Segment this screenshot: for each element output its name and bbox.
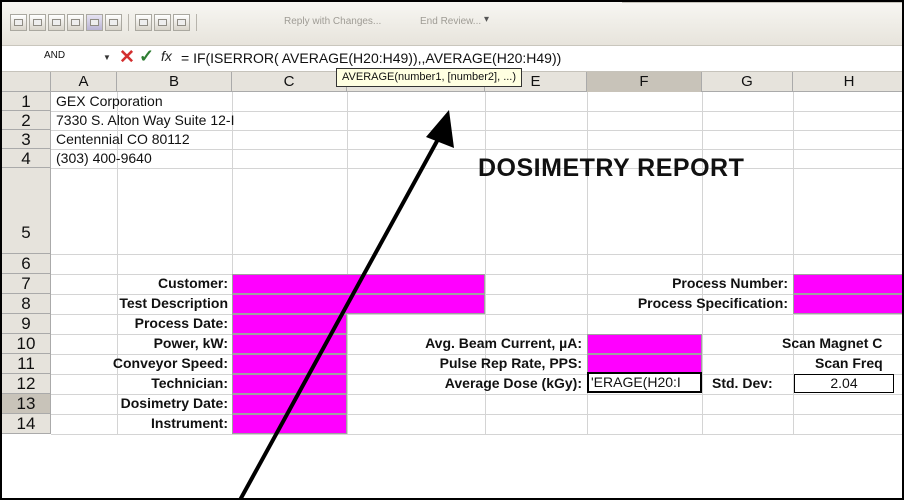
column-header-h[interactable]: H — [793, 72, 902, 92]
reply-with-changes-button[interactable]: Reply with Changes... — [284, 16, 381, 27]
next-comment-icon[interactable] — [29, 14, 46, 31]
instrument-label[interactable]: Instrument: — [151, 415, 228, 431]
formula-input[interactable]: = IF(ISERROR( AVERAGE(H20:H49)),,AVERAGE… — [181, 50, 561, 66]
column-header-a[interactable]: A — [51, 72, 117, 92]
name-box[interactable]: AND — [44, 50, 65, 61]
row-header-14[interactable]: 14 — [2, 414, 51, 434]
select-all-corner[interactable] — [2, 72, 51, 92]
average-dose-label[interactable]: Average Dose (kGy): — [445, 375, 582, 391]
average-dose-cell-editing[interactable]: 'ERAGE(H20:I — [587, 372, 702, 393]
column-header-b[interactable]: B — [117, 72, 232, 92]
conveyor-speed-label[interactable]: Conveyor Speed: — [113, 355, 228, 371]
row-header-11[interactable]: 11 — [2, 354, 51, 374]
customer-input[interactable] — [232, 274, 485, 294]
scan-frequency-label[interactable]: Scan Freq — [815, 355, 883, 371]
show-comment-icon[interactable] — [67, 14, 84, 31]
pulse-rate-label[interactable]: Pulse Rep Rate, PPS: — [440, 355, 582, 371]
toolbar-separator — [196, 14, 197, 31]
row-header-2[interactable]: 2 — [2, 111, 51, 130]
process-specification-input[interactable] — [793, 294, 902, 314]
cell-a4-phone[interactable]: (303) 400-9640 — [56, 150, 152, 166]
accept-reject-icon[interactable] — [154, 14, 171, 31]
previous-comment-icon[interactable] — [10, 14, 27, 31]
row-header-5[interactable]: 5 — [2, 168, 51, 254]
cell-a3-city[interactable]: Centennial CO 80112 — [56, 131, 190, 147]
gridline — [51, 434, 902, 435]
column-header-c[interactable]: C — [232, 72, 347, 92]
row-header-10[interactable]: 10 — [2, 334, 51, 354]
cancel-icon[interactable]: ✕ — [119, 48, 135, 67]
test-description-input[interactable] — [232, 294, 485, 314]
track-changes-icon[interactable] — [135, 14, 152, 31]
process-number-input[interactable] — [793, 274, 902, 294]
technician-input[interactable] — [232, 374, 347, 394]
enter-check-icon[interactable]: ✓ — [139, 47, 154, 65]
name-box-dropdown-icon[interactable]: ▼ — [103, 53, 111, 62]
beam-current-label[interactable]: Avg. Beam Current, µA: — [425, 335, 582, 351]
dosimetry-date-label[interactable]: Dosimetry Date: — [121, 395, 228, 411]
toolbar-options-icon[interactable]: ▾ — [484, 14, 489, 25]
column-header-f[interactable]: F — [587, 72, 702, 92]
row-header-8[interactable]: 8 — [2, 294, 51, 314]
test-description-label[interactable]: Test Description — [119, 295, 228, 311]
instrument-input[interactable] — [232, 414, 347, 434]
std-dev-value[interactable]: 2.04 — [794, 374, 894, 393]
process-number-label[interactable]: Process Number: — [672, 275, 788, 291]
reviewing-toolbar: Reply with Changes... End Review... ▾ — [2, 2, 902, 46]
process-date-label[interactable]: Process Date: — [135, 315, 228, 331]
function-tooltip: AVERAGE(number1, [number2], ...) — [336, 68, 523, 87]
cell-a1-company-name[interactable]: GEX Corporation — [56, 93, 163, 109]
customer-label[interactable]: Customer: — [158, 275, 228, 291]
row-header-4[interactable]: 4 — [2, 149, 51, 168]
row-header-9[interactable]: 9 — [2, 314, 51, 334]
insert-function-icon[interactable]: fx — [161, 48, 172, 64]
gridline — [51, 149, 902, 150]
dosimetry-date-input[interactable] — [232, 394, 347, 414]
toolbar-icon-group — [10, 14, 201, 31]
row-header-12[interactable]: 12 — [2, 374, 51, 394]
conveyor-speed-input[interactable] — [232, 354, 347, 374]
scan-magnet-label[interactable]: Scan Magnet C — [782, 335, 882, 351]
power-input[interactable] — [232, 334, 347, 354]
protect-sharing-icon[interactable] — [173, 14, 190, 31]
process-date-input[interactable] — [232, 314, 347, 334]
power-label[interactable]: Power, kW: — [154, 335, 228, 351]
end-review-button[interactable]: End Review... — [420, 16, 481, 27]
gridline — [347, 92, 348, 434]
process-specification-label[interactable]: Process Specification: — [638, 295, 788, 311]
excel-window: Reply with Changes... End Review... ▾ AN… — [0, 0, 904, 500]
beam-current-input[interactable] — [587, 334, 702, 354]
row-header-1[interactable]: 1 — [2, 92, 51, 111]
delete-comment-icon[interactable] — [105, 14, 122, 31]
show-all-comments-icon[interactable] — [86, 14, 103, 31]
pulse-rate-input[interactable] — [587, 354, 702, 374]
column-header-g[interactable]: G — [702, 72, 793, 92]
gridline — [51, 254, 902, 255]
gridline — [702, 92, 703, 434]
new-comment-icon[interactable] — [48, 14, 65, 31]
report-title[interactable]: DOSIMETRY REPORT — [478, 154, 744, 183]
technician-label[interactable]: Technician: — [151, 375, 228, 391]
row-header-6[interactable]: 6 — [2, 254, 51, 274]
cell-a2-address[interactable]: 7330 S. Alton Way Suite 12-I — [56, 112, 234, 128]
toolbar-separator — [128, 14, 129, 31]
row-header-7[interactable]: 7 — [2, 274, 51, 294]
row-header-3[interactable]: 3 — [2, 130, 51, 149]
std-dev-label[interactable]: Std. Dev: — [712, 375, 773, 391]
row-header-13[interactable]: 13 — [2, 394, 51, 414]
toolbar-divider — [622, 2, 902, 12]
